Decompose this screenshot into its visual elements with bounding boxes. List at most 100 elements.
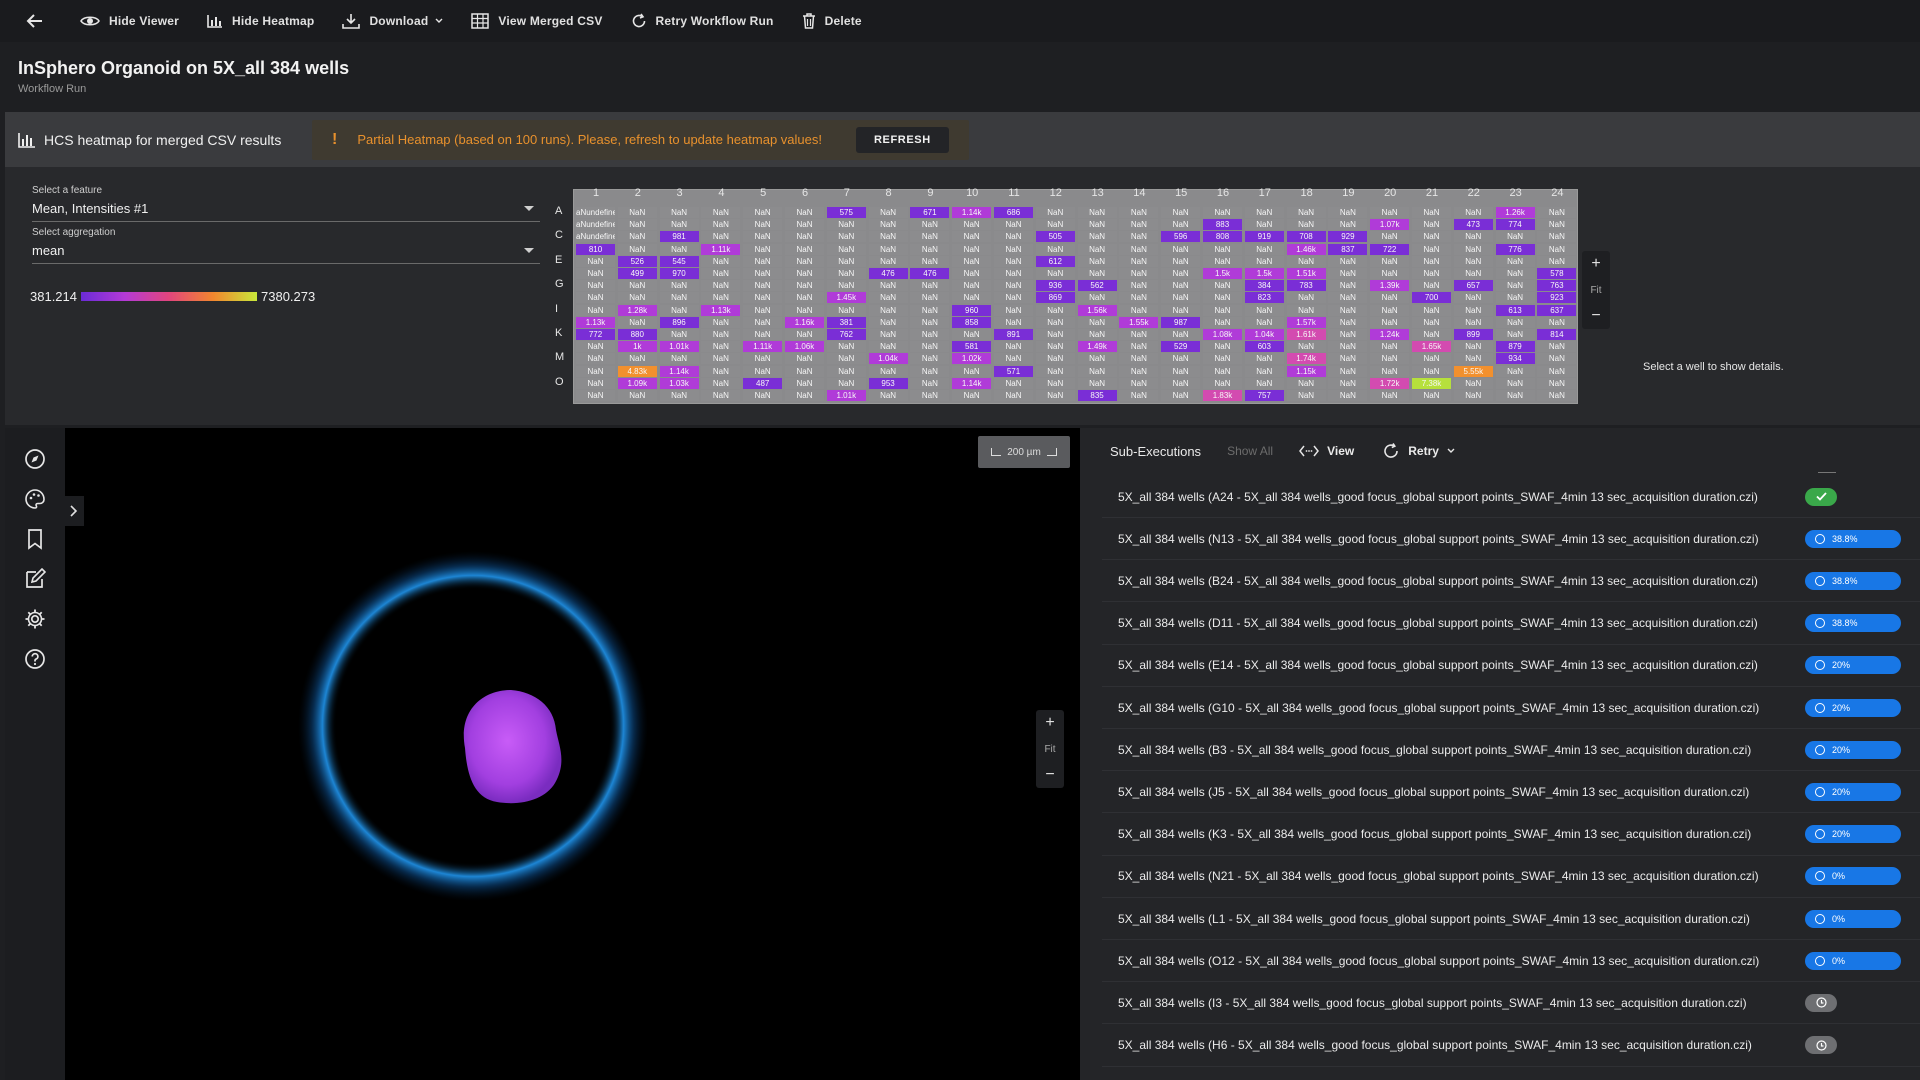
heatmap-well[interactable]: NaN — [1119, 207, 1159, 218]
heatmap-well[interactable]: NaN — [1119, 341, 1159, 353]
heatmap-well[interactable]: NaN — [785, 304, 824, 316]
heatmap-well[interactable]: NaN — [1203, 304, 1242, 316]
heatmap-well[interactable]: NaN — [785, 243, 824, 255]
heatmap-well[interactable]: NaN — [1035, 316, 1075, 328]
heatmap-well[interactable]: 814 — [1537, 329, 1577, 340]
heatmap-well[interactable]: NaN — [1286, 304, 1326, 316]
heatmap-well[interactable]: NaN — [868, 280, 908, 292]
heatmap-well[interactable]: NaN — [1119, 231, 1159, 243]
heatmap-well[interactable]: NaN — [1119, 268, 1159, 279]
heatmap-well[interactable]: NaN — [785, 353, 824, 365]
heatmap-well[interactable]: NaN — [826, 365, 866, 377]
aggregation-select-value[interactable]: mean — [32, 243, 540, 264]
heatmap-well[interactable]: NaN — [1035, 329, 1075, 340]
heatmap-well[interactable]: NaN — [994, 390, 1033, 401]
heatmap-well[interactable]: NaN — [1412, 316, 1451, 328]
heatmap-well[interactable]: NaN — [1537, 231, 1577, 243]
heatmap-well[interactable]: NaN — [701, 231, 741, 243]
heatmap-well[interactable]: NaN — [910, 316, 950, 328]
heatmap-well[interactable]: NaN — [1453, 268, 1493, 279]
heatmap-well[interactable]: NaN — [1412, 365, 1451, 377]
heatmap-well[interactable]: 578 — [1537, 268, 1577, 279]
heatmap-well[interactable]: NaN — [1370, 255, 1410, 267]
heatmap-well[interactable]: NaN — [701, 377, 741, 389]
heatmap-well[interactable]: NaN — [659, 304, 699, 316]
heatmap-well[interactable]: 923 — [1537, 292, 1577, 304]
feature-select-value[interactable]: Mean, Intensities #1 — [32, 201, 540, 222]
heatmap-well[interactable]: 5.55k — [1453, 365, 1493, 377]
heatmap-well[interactable]: NaN — [1077, 243, 1117, 255]
heatmap-well[interactable]: NaN — [576, 390, 615, 401]
palette-icon[interactable] — [22, 486, 48, 512]
heatmap-well[interactable]: NaN — [785, 255, 824, 267]
heatmap-well[interactable]: NaN — [743, 316, 783, 328]
hide-heatmap-button[interactable]: Hide Heatmap — [207, 14, 314, 28]
heatmap-well[interactable]: NaN — [994, 243, 1033, 255]
heatmap-well[interactable]: NaN — [1077, 268, 1117, 279]
heatmap-well[interactable]: NaN — [994, 255, 1033, 267]
heatmap-well[interactable]: NaN — [1161, 390, 1201, 401]
heatmap-well[interactable]: 671 — [910, 207, 950, 218]
heatmap-well[interactable]: 1.16k — [785, 316, 824, 328]
heatmap-well[interactable]: NaN — [1244, 219, 1284, 231]
heatmap-well[interactable]: NaN — [952, 329, 992, 340]
heatmap-well[interactable]: NaN — [617, 292, 657, 304]
feature-select[interactable]: Select a feature Mean, Intensities #1 — [32, 185, 540, 222]
image-viewer[interactable]: + Fit − — [65, 428, 1080, 1080]
heatmap-well[interactable]: NaN — [1161, 377, 1201, 389]
heatmap-well[interactable]: NaN — [1035, 207, 1075, 218]
heatmap-well[interactable]: NaN — [910, 243, 950, 255]
heatmap-well[interactable]: NaN — [1077, 231, 1117, 243]
heatmap-well[interactable]: 808 — [1203, 231, 1242, 243]
heatmap-well[interactable]: NaN — [952, 365, 992, 377]
sub-execution-row[interactable]: 5X_all 384 wells (O12 - 5X_all 384 wells… — [1102, 940, 1920, 983]
heatmap-well[interactable]: NaN — [1453, 377, 1493, 389]
heatmap-well[interactable]: NaN — [785, 231, 824, 243]
heatmap-well[interactable]: NaN — [1244, 304, 1284, 316]
heatmap-well[interactable]: NaN — [952, 280, 992, 292]
heatmap-well[interactable]: NaN — [910, 341, 950, 353]
heatmap-well[interactable]: 1.04k — [1244, 329, 1284, 340]
heatmap-well[interactable]: NaN — [743, 353, 783, 365]
heatmap-well[interactable]: NaN — [1244, 353, 1284, 365]
heatmap-well[interactable]: 1.61k — [1286, 329, 1326, 340]
heatmap-well[interactable]: NaN — [785, 219, 824, 231]
viewer-zoom-in-button[interactable]: + — [1036, 710, 1064, 736]
heatmap-well[interactable]: NaN — [1203, 353, 1242, 365]
heatmap-well[interactable]: NaN — [1370, 341, 1410, 353]
heatmap-well[interactable]: 708 — [1286, 231, 1326, 243]
heatmap-well[interactable]: NaN — [743, 243, 783, 255]
heatmap-well[interactable]: NaN — [1495, 292, 1535, 304]
heatmap-well[interactable]: NaN — [785, 268, 824, 279]
heatmap-well[interactable]: NaN — [1119, 377, 1159, 389]
sub-execution-row[interactable]: 5X_all 384 wells (N13 - 5X_all 384 wells… — [1102, 518, 1920, 561]
heatmap-well[interactable]: NaN — [1035, 304, 1075, 316]
heatmap-well[interactable]: 4.83k — [617, 365, 657, 377]
heatmap-well[interactable]: aNundefined — [576, 231, 615, 243]
heatmap-well[interactable]: NaN — [659, 292, 699, 304]
heatmap-well[interactable]: NaN — [1495, 231, 1535, 243]
heatmap-well[interactable]: NaN — [743, 292, 783, 304]
heatmap-well[interactable]: NaN — [1203, 280, 1242, 292]
heatmap-well[interactable]: NaN — [743, 304, 783, 316]
heatmap-well[interactable]: NaN — [1412, 231, 1451, 243]
heatmap-well[interactable]: NaN — [1244, 207, 1284, 218]
heatmap-well[interactable]: 1.65k — [1412, 341, 1451, 353]
heatmap-well[interactable]: NaN — [910, 377, 950, 389]
heatmap-well[interactable]: 823 — [1244, 292, 1284, 304]
heatmap-well[interactable]: 1.13k — [576, 316, 615, 328]
heatmap-well[interactable]: NaN — [701, 219, 741, 231]
heatmap-well[interactable]: NaN — [701, 280, 741, 292]
back-button[interactable] — [20, 6, 50, 36]
heatmap-well[interactable]: NaN — [617, 353, 657, 365]
heatmap-well[interactable]: NaN — [576, 268, 615, 279]
heatmap-well[interactable]: NaN — [1035, 365, 1075, 377]
heatmap-well[interactable]: 880 — [617, 329, 657, 340]
heatmap-well[interactable]: NaN — [576, 377, 615, 389]
heatmap-well[interactable]: NaN — [826, 341, 866, 353]
heatmap-well[interactable]: NaN — [659, 243, 699, 255]
heatmap-well[interactable]: 953 — [868, 377, 908, 389]
heatmap-well[interactable]: 1.11k — [701, 243, 741, 255]
heatmap-well[interactable]: NaN — [1328, 316, 1368, 328]
heatmap-well[interactable]: NaN — [1161, 219, 1201, 231]
